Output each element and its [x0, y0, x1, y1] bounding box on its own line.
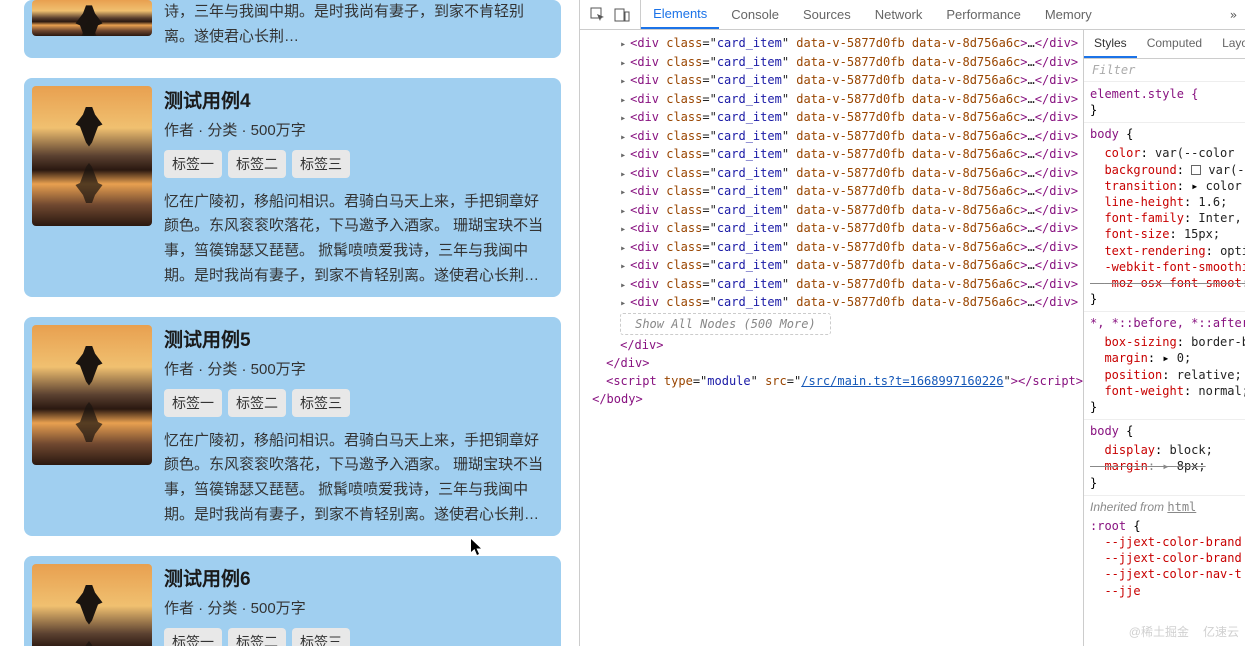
tab-console[interactable]: Console [719, 0, 791, 29]
tag[interactable]: 标签二 [228, 628, 286, 646]
inspect-element-icon[interactable] [590, 7, 606, 23]
styles-sidebar: Styles Computed Layo Filter element.styl… [1083, 30, 1245, 646]
card-thumbnail [32, 86, 152, 226]
devtools-toolbar: Elements Console Sources Network Perform… [580, 0, 1245, 30]
tab-elements[interactable]: Elements [641, 0, 719, 29]
tab-memory[interactable]: Memory [1033, 0, 1104, 29]
card-item[interactable]: 测试用例5 作者 · 分类 · 500万字 标签一 标签二 标签三 忆在广陵初，… [24, 317, 561, 536]
card-thumbnail [32, 564, 152, 646]
card-item[interactable]: 测试用例4 作者 · 分类 · 500万字 标签一 标签二 标签三 忆在广陵初，… [24, 78, 561, 297]
card-tags: 标签一 标签二 标签三 [164, 628, 553, 646]
tab-performance[interactable]: Performance [934, 0, 1032, 29]
elements-tree[interactable]: ▸<div class="card_item" data-v-5877d0fb … [580, 30, 1083, 646]
card-description: 忆在广陵初，移船问相识。君骑白马天上来，手把铜章好颜色。东风衮衮吹落花，下马邀予… [164, 429, 553, 528]
card-list[interactable]: 诗，三年与我闽中期。是时我尚有妻子，到家不肯轻别离。遂使君心长荆… 测试用例4 … [0, 0, 579, 646]
card-description: 忆在广陵初，移船问相识。君骑白马天上来，手把铜章好颜色。东风衮衮吹落花，下马邀予… [164, 190, 553, 289]
devtools-tabs: Elements Console Sources Network Perform… [641, 0, 1104, 29]
card-thumbnail [32, 325, 152, 465]
tag[interactable]: 标签三 [292, 628, 350, 646]
card-body: 测试用例4 作者 · 分类 · 500万字 标签一 标签二 标签三 忆在广陵初，… [164, 86, 553, 289]
card-meta: 作者 · 分类 · 500万字 [164, 119, 553, 140]
card-meta: 作者 · 分类 · 500万字 [164, 597, 553, 618]
tab-network[interactable]: Network [863, 0, 935, 29]
card-title: 测试用例5 [164, 325, 553, 352]
card-body: 诗，三年与我闽中期。是时我尚有妻子，到家不肯轻别离。遂使君心长荆… [164, 0, 553, 50]
card-meta: 作者 · 分类 · 500万字 [164, 358, 553, 379]
card-title: 测试用例6 [164, 564, 553, 591]
devtools-panel: Elements Console Sources Network Perform… [579, 0, 1245, 646]
styles-filter[interactable]: Filter [1084, 59, 1245, 82]
tag[interactable]: 标签三 [292, 150, 350, 178]
card-thumbnail [32, 0, 152, 36]
more-tabs-icon[interactable]: » [1222, 8, 1245, 22]
card-tags: 标签一 标签二 标签三 [164, 389, 553, 417]
tab-styles[interactable]: Styles [1084, 30, 1137, 58]
styles-rules[interactable]: element.style {}body { color: var(--colo… [1084, 82, 1245, 646]
tab-layout[interactable]: Layo [1212, 30, 1245, 58]
card-description: 诗，三年与我闽中期。是时我尚有妻子，到家不肯轻别离。遂使君心长荆… [164, 0, 553, 50]
tag[interactable]: 标签二 [228, 389, 286, 417]
card-tags: 标签一 标签二 标签三 [164, 150, 553, 178]
card-title: 测试用例4 [164, 86, 553, 113]
card-item[interactable]: 诗，三年与我闽中期。是时我尚有妻子，到家不肯轻别离。遂使君心长荆… [24, 0, 561, 58]
tag[interactable]: 标签一 [164, 389, 222, 417]
tab-computed[interactable]: Computed [1137, 30, 1212, 58]
tab-sources[interactable]: Sources [791, 0, 863, 29]
card-body: 测试用例5 作者 · 分类 · 500万字 标签一 标签二 标签三 忆在广陵初，… [164, 325, 553, 528]
tag[interactable]: 标签一 [164, 628, 222, 646]
tag[interactable]: 标签二 [228, 150, 286, 178]
tag[interactable]: 标签三 [292, 389, 350, 417]
tag[interactable]: 标签一 [164, 150, 222, 178]
card-item[interactable]: 测试用例6 作者 · 分类 · 500万字 标签一 标签二 标签三 忆在广陵初，… [24, 556, 561, 646]
device-toolbar-icon[interactable] [614, 7, 630, 23]
card-body: 测试用例6 作者 · 分类 · 500万字 标签一 标签二 标签三 忆在广陵初，… [164, 564, 553, 646]
